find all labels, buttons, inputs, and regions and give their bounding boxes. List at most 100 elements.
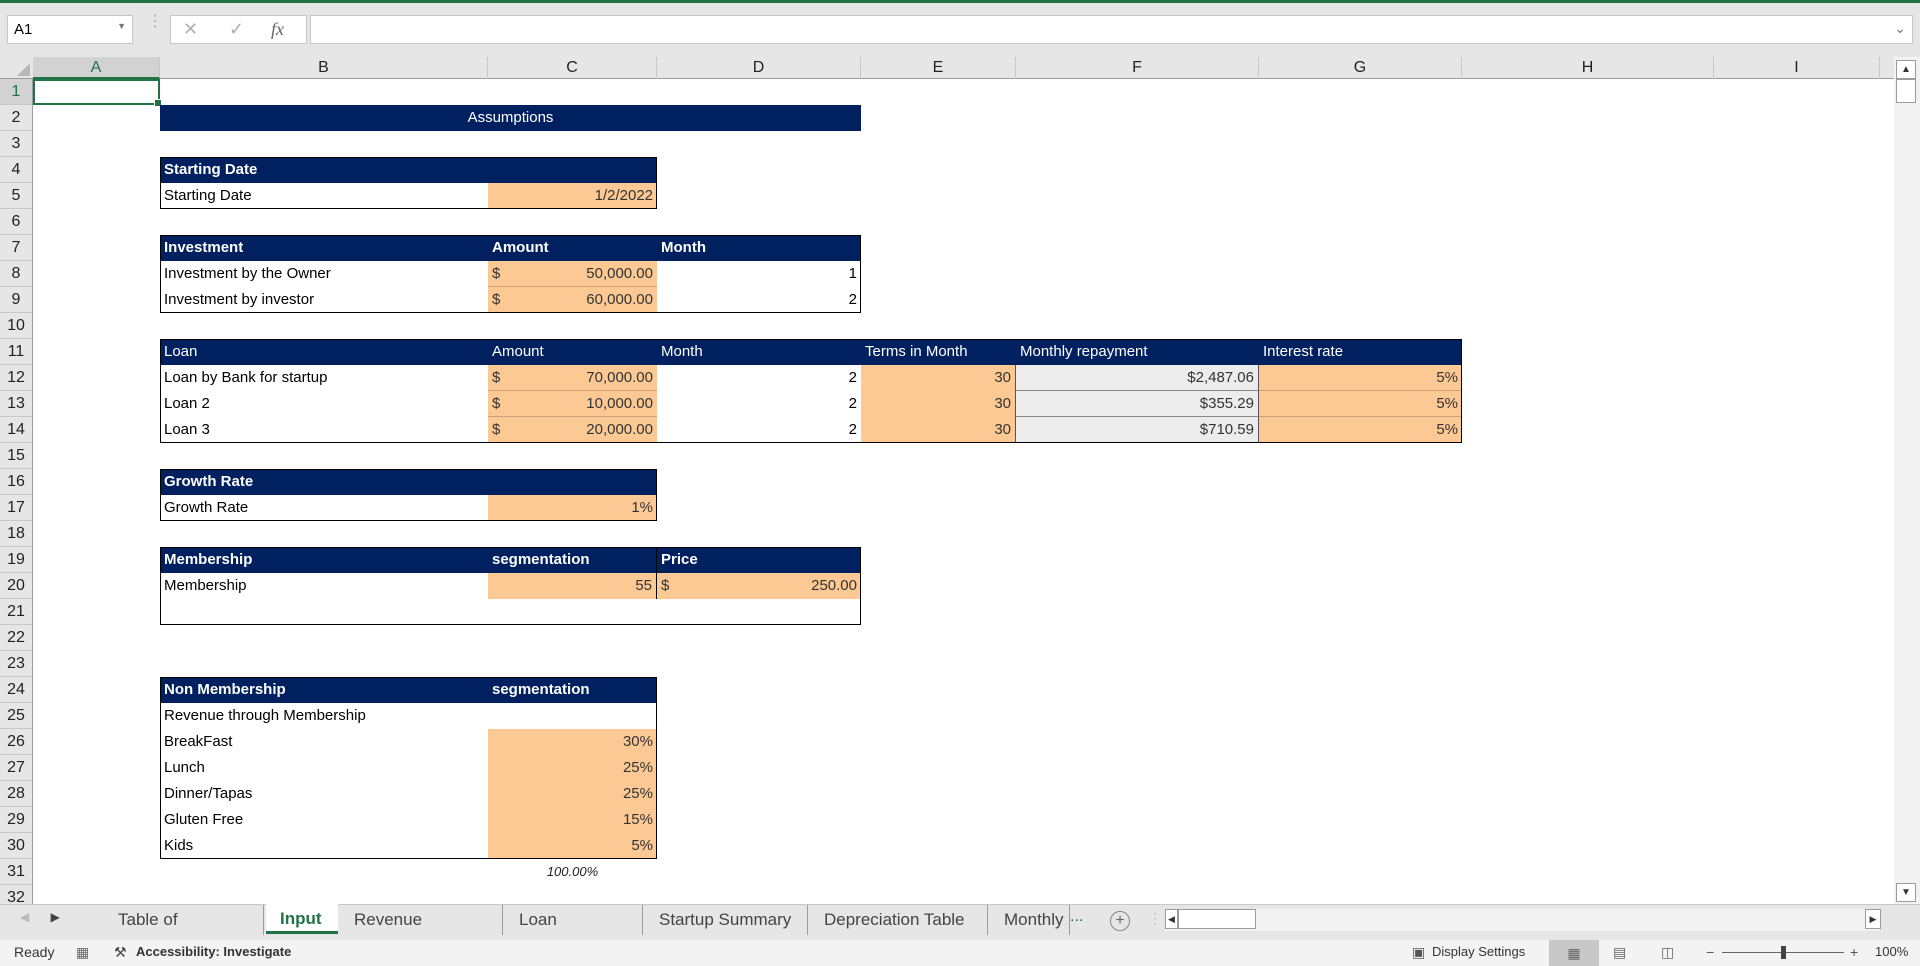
starting-date-input[interactable]: 1/2/2022 [488,183,657,209]
row-header-1[interactable]: 1 [0,79,32,105]
row-header-17[interactable]: 17 [0,495,32,521]
sheet-tab-startup-summary[interactable]: Startup Summary [645,905,808,935]
row-header-28[interactable]: 28 [0,781,32,807]
scroll-up-button[interactable]: ▲ [1896,60,1916,79]
scroll-down-button[interactable]: ▼ [1896,883,1916,902]
membership-price-input[interactable]: $ 250.00 [657,573,861,599]
investment-amount-input[interactable]: $50,000.00 [488,261,657,287]
zoom-slider-thumb[interactable] [1781,946,1786,959]
row-header-10[interactable]: 10 [0,313,32,339]
select-all-button[interactable] [0,57,33,79]
column-header-d[interactable]: D [657,57,861,79]
page-break-preview-icon[interactable]: ◫ [1661,944,1674,961]
row-header-8[interactable]: 8 [0,261,32,287]
sheet-tab-loan-schedule[interactable]: Loan Schedule [505,905,643,959]
row-header-14[interactable]: 14 [0,417,32,443]
page-layout-view-icon[interactable]: ▤ [1613,944,1626,961]
scroll-left-button[interactable]: ◀ [1165,909,1178,929]
insert-function-icon[interactable]: fx [271,19,284,40]
zoom-out-button[interactable]: − [1706,944,1714,960]
loan-monthly-repayment[interactable]: $355.29 [1016,391,1259,417]
row-header-23[interactable]: 23 [0,651,32,677]
horizontal-scrollbar[interactable]: ◀ ▶ [1165,909,1881,931]
row-header-11[interactable]: 11 [0,339,32,365]
row-header-20[interactable]: 20 [0,573,32,599]
loan-interest-rate-input[interactable]: 5% [1259,417,1462,443]
non-membership-segmentation-input[interactable]: 5% [488,833,657,859]
column-header-e[interactable]: E [861,57,1016,79]
sheet-tab-depreciation-table[interactable]: Depreciation Table [810,905,988,935]
loan-terms-input[interactable]: 30 [861,417,1016,443]
zoom-in-button[interactable]: + [1850,944,1858,960]
formula-input[interactable]: ⌄ [310,15,1913,44]
loan-interest-rate-input[interactable]: 5% [1259,365,1462,391]
name-box[interactable]: A1 ▼ [7,15,133,44]
row-header-3[interactable]: 3 [0,131,32,157]
loan-month[interactable]: 2 [657,417,861,443]
investment-amount-input[interactable]: $60,000.00 [488,287,657,313]
more-sheets-button[interactable]: ... [1070,908,1083,926]
loan-interest-rate-input[interactable]: 5% [1259,391,1462,417]
worksheet-grid[interactable]: Assumptions Starting Date Starting Date … [33,79,1894,904]
expand-formula-bar-icon[interactable]: ⌄ [1894,20,1906,37]
tab-splitter-icon[interactable]: ⋮ [1148,910,1162,927]
row-header-12[interactable]: 12 [0,365,32,391]
membership-segmentation-input[interactable]: 55 [488,573,657,599]
investment-month[interactable]: 1 [657,261,861,287]
prev-sheet-icon[interactable]: ◀ [20,910,29,924]
loan-monthly-repayment[interactable]: $2,487.06 [1016,365,1259,391]
row-header-2[interactable]: 2 [0,105,32,131]
row-header-30[interactable]: 30 [0,833,32,859]
row-header-13[interactable]: 13 [0,391,32,417]
loan-terms-input[interactable]: 30 [861,365,1016,391]
row-header-22[interactable]: 22 [0,625,32,651]
loan-monthly-repayment[interactable]: $710.59 [1016,417,1259,443]
name-box-dropdown-icon[interactable]: ▼ [117,21,126,31]
display-settings-button[interactable]: Display Settings [1432,944,1525,959]
vertical-scrollbar[interactable]: ▲ ▼ [1894,57,1920,904]
column-header-g[interactable]: G [1259,57,1462,79]
row-header-29[interactable]: 29 [0,807,32,833]
loan-amount-input[interactable]: $10,000.00 [488,391,657,417]
active-cell-a1[interactable] [33,79,162,107]
row-header-18[interactable]: 18 [0,521,32,547]
enter-icon[interactable]: ✓ [229,19,244,40]
sheet-tab-monthly[interactable]: Monthly [990,905,1070,935]
row-header-9[interactable]: 9 [0,287,32,313]
vertical-scroll-thumb[interactable] [1896,79,1916,103]
column-header-b[interactable]: B [160,57,488,79]
investment-month[interactable]: 2 [657,287,861,313]
column-header-a[interactable]: A [33,57,160,79]
macro-recording-icon[interactable]: ▦ [76,944,89,961]
sheet-tab-input[interactable]: Input [266,904,338,934]
cancel-icon[interactable]: ✕ [183,19,198,40]
row-header-6[interactable]: 6 [0,209,32,235]
row-header-4[interactable]: 4 [0,157,32,183]
growth-rate-input[interactable]: 1% [488,495,657,521]
accessibility-status[interactable]: Accessibility: Investigate [136,944,291,959]
row-header-25[interactable]: 25 [0,703,32,729]
loan-month[interactable]: 2 [657,365,861,391]
row-header-32[interactable]: 32 [0,885,32,904]
loan-amount-input[interactable]: $70,000.00 [488,365,657,391]
column-header-h[interactable]: H [1462,57,1714,79]
zoom-level[interactable]: 100% [1875,944,1908,959]
row-header-5[interactable]: 5 [0,183,32,209]
add-sheet-icon[interactable]: + [1110,911,1130,931]
scroll-right-button[interactable]: ▶ [1865,909,1881,929]
column-header-c[interactable]: C [488,57,657,79]
normal-view-icon[interactable]: ▦ [1549,940,1599,966]
loan-amount-input[interactable]: $20,000.00 [488,417,657,443]
loan-terms-input[interactable]: 30 [861,391,1016,417]
sheet-tab-revenue-analysis[interactable]: Revenue Analysis [340,905,503,959]
non-membership-segmentation-input[interactable]: 25% [488,755,657,781]
row-header-15[interactable]: 15 [0,443,32,469]
row-header-24[interactable]: 24 [0,677,32,703]
loan-month[interactable]: 2 [657,391,861,417]
row-header-27[interactable]: 27 [0,755,32,781]
sheet-tab-table-of-contents[interactable]: Table of Contents [104,905,264,959]
row-header-21[interactable]: 21 [0,599,32,625]
row-header-26[interactable]: 26 [0,729,32,755]
next-sheet-icon[interactable]: ▶ [51,910,60,924]
formula-bar-grip-icon[interactable]: ⋮ [147,14,163,30]
